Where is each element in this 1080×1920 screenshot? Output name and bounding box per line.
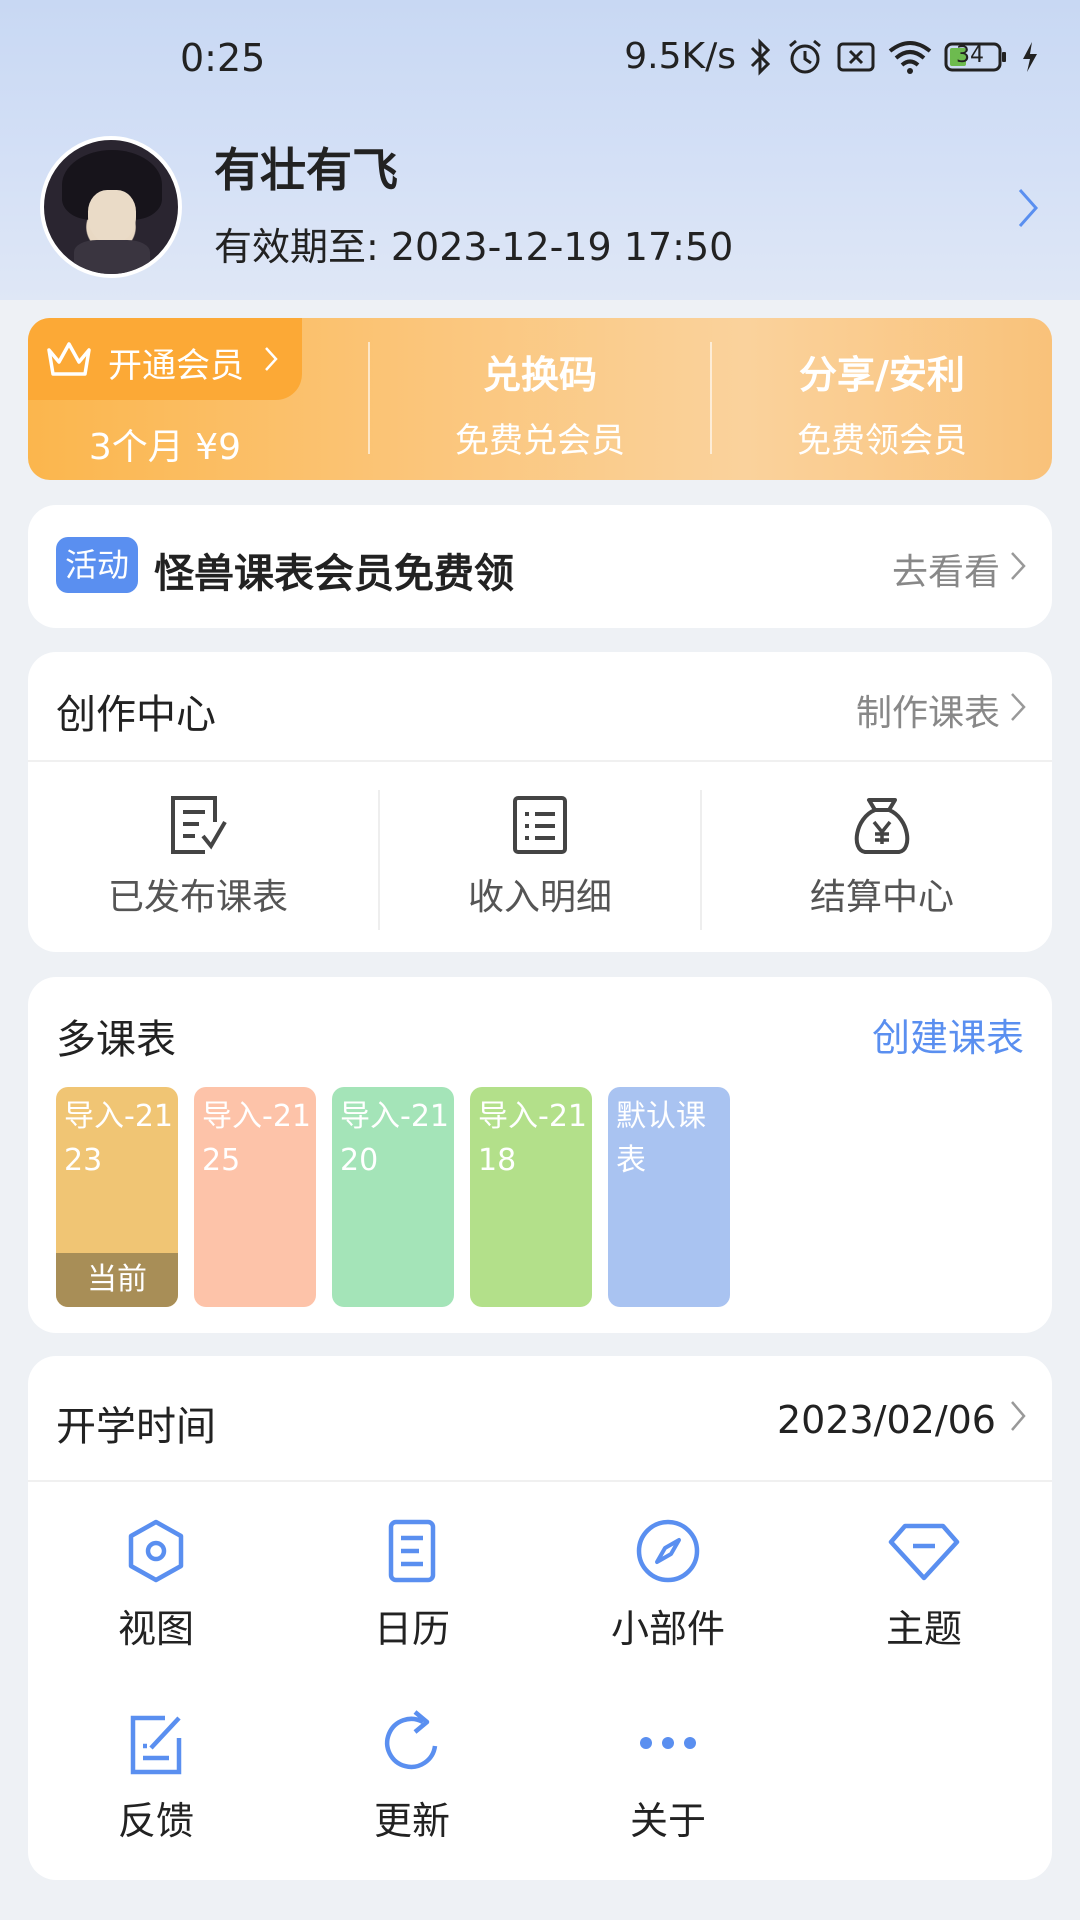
activity-card[interactable]: 活动 怪兽课表会员免费领 去看看 [28, 505, 1052, 628]
username: 有壮有飞 [214, 143, 398, 197]
update-button[interactable]: 更新 [284, 1708, 540, 1845]
settlement-label: 结算中心 [809, 877, 954, 918]
redeem-subtitle: 免费兑会员 [455, 421, 625, 461]
schedule-name: 导入-2118 [478, 1099, 587, 1178]
compass-icon [540, 1516, 796, 1586]
activity-badge: 活动 [56, 537, 138, 593]
multi-schedule-title: 多课表 [56, 1017, 176, 1063]
feedback-label: 反馈 [117, 1799, 194, 1843]
share-button[interactable]: 分享/安利 免费领会员 [712, 344, 1052, 462]
current-badge: 当前 [56, 1253, 178, 1307]
money-bag-icon [712, 792, 1052, 858]
status-time: 0:25 [180, 36, 266, 80]
update-label: 更新 [373, 1799, 450, 1843]
widgets-label: 小部件 [610, 1607, 725, 1651]
view-label: 视图 [117, 1607, 194, 1651]
creation-center-title: 创作中心 [56, 692, 216, 738]
divider [28, 760, 1052, 762]
published-icon [28, 792, 368, 858]
alarm-icon [786, 38, 824, 76]
income-label: 收入明细 [467, 877, 612, 918]
battery-icon: 34 [944, 41, 1008, 73]
about-button[interactable]: 关于 [540, 1708, 796, 1845]
schedule-name: 导入-2123 [64, 1099, 173, 1178]
divider [28, 1480, 1052, 1482]
start-time-title: 开学时间 [56, 1404, 216, 1450]
share-title: 分享/安利 [799, 353, 965, 397]
income-details-button[interactable]: 收入明细 [370, 792, 710, 920]
feedback-button[interactable]: 反馈 [28, 1708, 284, 1845]
chevron-right-icon [1010, 549, 1026, 590]
theme-button[interactable]: 主题 [796, 1516, 1052, 1653]
schedule-card[interactable]: 导入-2118 [470, 1087, 592, 1307]
schedule-name: 导入-2120 [340, 1099, 449, 1178]
open-vip-button[interactable]: 开通会员 [28, 318, 302, 400]
chevron-right-icon [1010, 1398, 1026, 1442]
schedule-name: 导入-2125 [202, 1099, 311, 1178]
divider [700, 790, 702, 930]
start-date-selector[interactable]: 2023/02/06 [777, 1398, 1026, 1442]
create-schedule-link[interactable]: 创建课表 [872, 1007, 1024, 1062]
view-button[interactable]: 视图 [28, 1516, 284, 1653]
activity-link[interactable]: 去看看 [892, 543, 1026, 595]
chevron-right-icon [1010, 690, 1026, 731]
calendar-doc-icon [284, 1516, 540, 1586]
hexagon-icon [28, 1516, 284, 1586]
edit-icon [28, 1708, 284, 1778]
theme-label: 主题 [885, 1607, 962, 1651]
settlement-center-button[interactable]: 结算中心 [712, 792, 1052, 920]
list-icon [370, 792, 710, 858]
published-label: 已发布课表 [107, 877, 288, 918]
schedule-card[interactable]: 默认课表 [608, 1087, 730, 1307]
more-icon [540, 1708, 796, 1778]
widgets-button[interactable]: 小部件 [540, 1516, 796, 1653]
bluetooth-icon [748, 37, 774, 76]
make-schedule-link[interactable]: 制作课表 [856, 684, 1026, 736]
schedule-card[interactable]: 导入-2125 [194, 1087, 316, 1307]
chevron-right-icon[interactable] [1016, 186, 1040, 234]
open-vip-label: 开通会员 [108, 346, 244, 386]
share-subtitle: 免费领会员 [797, 421, 967, 461]
redeem-title: 兑换码 [482, 353, 597, 397]
settings-card: 开学时间 2023/02/06 视图 日历 小部件 主题 反馈 更新 关于 [28, 1356, 1052, 1880]
redeem-code-button[interactable]: 兑换码 免费兑会员 [370, 344, 710, 462]
status-icons: 9.5K/s 34 [624, 36, 1040, 77]
schedule-card[interactable]: 导入-2120 [332, 1087, 454, 1307]
about-label: 关于 [629, 1799, 706, 1843]
make-schedule-label: 制作课表 [855, 693, 1000, 734]
schedule-card[interactable]: 导入-2123 当前 [56, 1087, 178, 1307]
no-sim-icon [836, 40, 876, 74]
profile-header[interactable]: 有壮有飞 有效期至: 2023-12-19 17:50 [0, 128, 1080, 288]
vip-banner: 开通会员 3个月 ¥9 兑换码 免费兑会员 分享/安利 免费领会员 [28, 318, 1052, 480]
activity-link-label: 去看看 [891, 552, 1000, 593]
calendar-button[interactable]: 日历 [284, 1516, 540, 1653]
schedule-name: 默认课表 [616, 1099, 706, 1178]
published-schedules-button[interactable]: 已发布课表 [28, 792, 368, 920]
network-speed: 9.5K/s [624, 36, 736, 77]
wifi-icon [888, 39, 932, 75]
start-date: 2023/02/06 [776, 1398, 996, 1442]
diamond-icon [796, 1516, 1052, 1586]
status-bar: 0:25 9.5K/s 34 [0, 0, 1080, 120]
calendar-label: 日历 [373, 1607, 450, 1651]
charging-icon [1020, 40, 1040, 74]
multi-schedule-card: 多课表 创建课表 导入-2123 当前 导入-2125 导入-2120 导入-2… [28, 977, 1052, 1333]
avatar[interactable] [40, 136, 182, 278]
creation-center-card: 创作中心 制作课表 已发布课表 收入明细 结算中心 [28, 652, 1052, 952]
refresh-icon [284, 1708, 540, 1778]
activity-title: 怪兽课表会员免费领 [154, 551, 514, 597]
membership-expiry: 有效期至: 2023-12-19 17:50 [214, 225, 734, 269]
battery-level: 34 [956, 42, 984, 68]
crown-icon [44, 338, 94, 384]
chevron-right-icon [264, 346, 278, 376]
vip-price: 3个月 ¥9 [88, 427, 242, 468]
